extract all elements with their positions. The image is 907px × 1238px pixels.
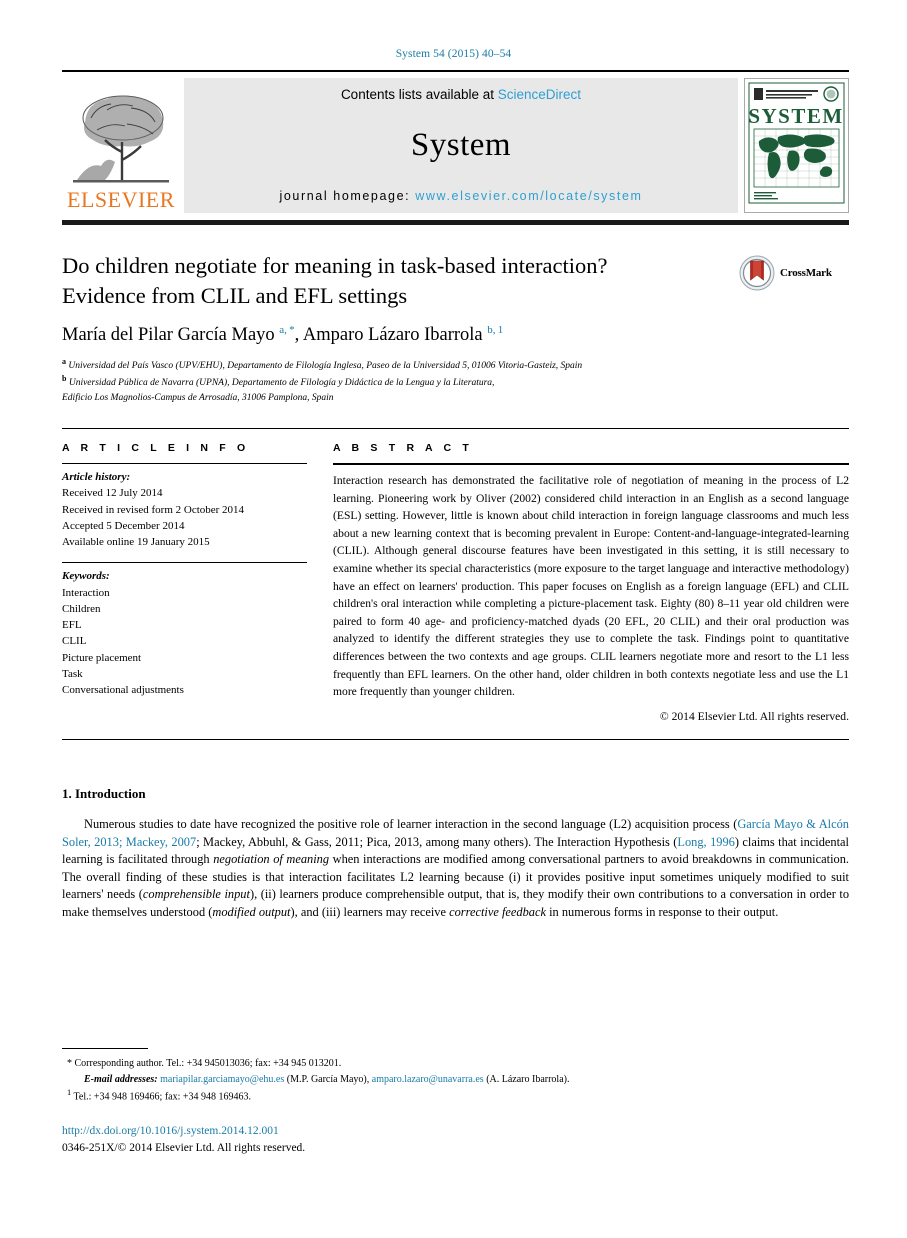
keyword-item: Conversational adjustments xyxy=(62,684,184,697)
masthead-bottom-rule xyxy=(62,220,849,225)
affiliations: a Universidad del País Vasco (UPV/EHU), … xyxy=(62,356,849,406)
email-link-2[interactable]: amparo.lazaro@unavarra.es xyxy=(372,1074,484,1085)
footnote-rule xyxy=(62,1048,148,1049)
contents-prefix: Contents lists available at xyxy=(340,87,498,102)
abstract-copyright: © 2014 Elsevier Ltd. All rights reserved… xyxy=(659,709,849,723)
keyword-item: Task xyxy=(62,667,83,680)
elsevier-tree-icon xyxy=(73,95,169,183)
footnote-emails: E-mail addresses: mariapilar.garciamayo@… xyxy=(62,1072,849,1088)
issn-copyright: 0346-251X/© 2014 Elsevier Ltd. All right… xyxy=(62,1141,306,1154)
crossmark-icon xyxy=(739,255,775,291)
keywords-block: Keywords: Interaction Children EFL CLIL … xyxy=(62,563,307,698)
info-abstract-row: A R T I C L E I N F O Article history: R… xyxy=(62,429,849,723)
footnote-corresponding-author: * Corresponding author. Tel.: +34 945013… xyxy=(62,1056,849,1072)
journal-homepage-line: journal homepage: www.elsevier.com/locat… xyxy=(194,189,728,203)
footnote-note-1-text: Tel.: +34 948 169466; fax: +34 948 16946… xyxy=(73,1091,252,1103)
history-item: Received in revised form 2 October 2014 xyxy=(62,503,245,516)
running-head: System 54 (2015) 40–54 xyxy=(395,48,512,60)
elsevier-logo: ELSEVIER xyxy=(62,78,180,213)
affiliation-b: b Universidad Pública de Navarra (UPNA),… xyxy=(62,374,495,389)
keyword-item: Interaction xyxy=(62,586,110,599)
title-block: Do children negotiate for meaning in tas… xyxy=(62,251,849,310)
history-item: Available online 19 January 2015 xyxy=(62,536,210,549)
sciencedirect-link[interactable]: ScienceDirect xyxy=(498,87,581,102)
article-history-label: Article history: xyxy=(62,471,131,483)
footnote-note-1: 1 Tel.: +34 948 169466; fax: +34 948 169… xyxy=(62,1087,849,1105)
doi-link[interactable]: http://dx.doi.org/10.1016/j.system.2014.… xyxy=(62,1123,305,1140)
article-history: Article history: Received 12 July 2014 R… xyxy=(62,464,307,550)
article-info-heading: A R T I C L E I N F O xyxy=(62,442,250,454)
email-link-1[interactable]: mariapilar.garciamayo@ehu.es xyxy=(160,1074,284,1085)
keyword-item: CLIL xyxy=(62,635,87,648)
info-bottom-rule xyxy=(62,738,849,740)
keyword-item: EFL xyxy=(62,619,82,632)
abstract-heading: A B S T R A C T xyxy=(333,442,473,454)
section-heading-introduction: 1. Introduction xyxy=(62,785,146,801)
journal-title: System xyxy=(410,127,512,163)
svg-text:SYSTEM: SYSTEM xyxy=(748,104,843,128)
history-item: Accepted 5 December 2014 xyxy=(62,519,185,532)
abstract-text: Interaction research has demonstrated th… xyxy=(333,474,849,699)
author-list: María del Pilar García Mayo a, *, Amparo… xyxy=(62,324,504,346)
article-page: System 54 (2015) 40–54 ELSEVIER Contents… xyxy=(0,0,907,1238)
homepage-url-link[interactable]: www.elsevier.com/locate/system xyxy=(415,189,642,203)
email-addresses-label: E-mail addresses: xyxy=(84,1073,158,1085)
introduction-body: Numerous studies to date have recognized… xyxy=(62,816,849,922)
homepage-prefix: journal homepage: xyxy=(279,189,416,203)
article-title: Do children negotiate for meaning in tas… xyxy=(62,251,739,310)
article-title-line2: Evidence from CLIL and EFL settings xyxy=(62,282,408,308)
email-owner-1: (M.P. García Mayo), xyxy=(286,1073,370,1085)
elsevier-wordmark: ELSEVIER xyxy=(67,187,175,212)
cover-artwork-icon: SYSTEM xyxy=(745,79,848,207)
affiliation-b-line2: Edificio Los Magnolios-Campus de Arrosad… xyxy=(62,393,334,404)
article-info-column: A R T I C L E I N F O Article history: R… xyxy=(62,442,307,723)
footnotes-block: * Corresponding author. Tel.: +34 945013… xyxy=(62,1056,849,1105)
footer-block: http://dx.doi.org/10.1016/j.system.2014.… xyxy=(62,1123,305,1156)
abstract-column: A B S T R A C T Interaction research has… xyxy=(333,442,849,723)
footnote-marker-1: 1 xyxy=(67,1088,72,1097)
masthead-center: Contents lists available at ScienceDirec… xyxy=(184,78,738,213)
journal-cover: SYSTEM xyxy=(744,78,849,213)
introduction-paragraph: Numerous studies to date have recognized… xyxy=(62,816,850,919)
affiliation-b-text-line1: Universidad Pública de Navarra (UPNA), D… xyxy=(68,378,495,389)
article-title-line1: Do children negotiate for meaning in tas… xyxy=(62,253,608,278)
crossmark-badge[interactable]: CrossMark xyxy=(739,251,849,291)
footnote-corresponding-text: Corresponding author. Tel.: +34 94501303… xyxy=(74,1058,342,1069)
affiliation-a-text: Universidad del País Vasco (UPV/EHU), De… xyxy=(68,360,583,371)
keyword-item: Picture placement xyxy=(62,651,142,664)
contents-line: Contents lists available at ScienceDirec… xyxy=(194,87,728,102)
asterisk-icon: * xyxy=(67,1058,72,1069)
journal-cover-image: SYSTEM xyxy=(744,78,849,213)
keywords-label: Keywords: xyxy=(62,570,110,583)
journal-masthead: ELSEVIER Contents lists available at Sci… xyxy=(62,70,849,213)
crossmark-label: CrossMark xyxy=(780,267,832,279)
affiliation-a: a Universidad del País Vasco (UPV/EHU), … xyxy=(62,356,583,371)
keyword-item: Children xyxy=(62,602,101,615)
email-owner-2: (A. Lázaro Ibarrola). xyxy=(486,1073,570,1085)
history-item: Received 12 July 2014 xyxy=(62,487,163,500)
